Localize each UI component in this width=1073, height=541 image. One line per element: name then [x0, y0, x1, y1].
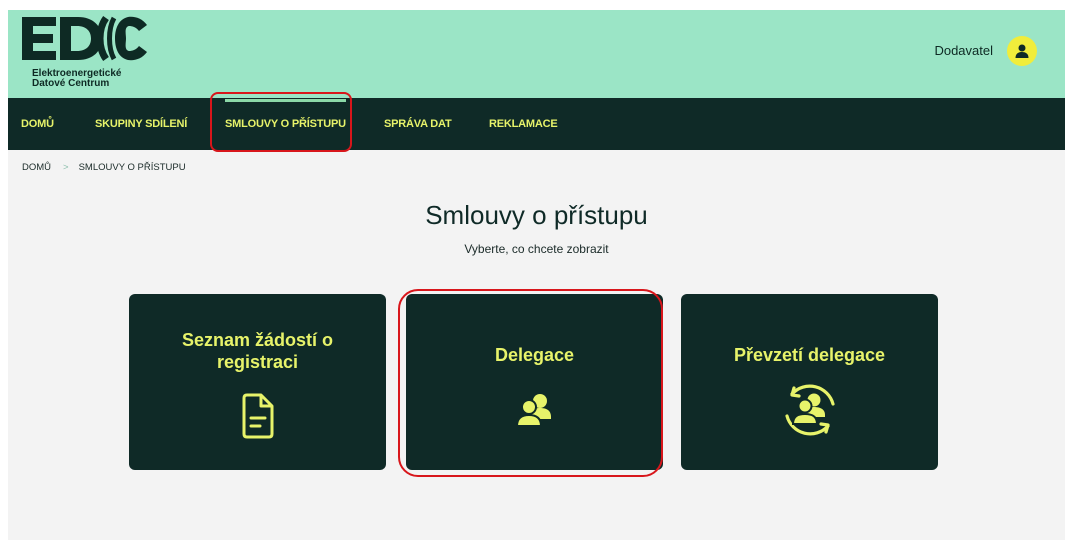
card-prevzeti-delegace[interactable]: Převzetí delegace: [681, 294, 938, 470]
breadcrumb: DOMŮ > SMLOUVY O PŘÍSTUPU: [22, 162, 186, 173]
logo-mark: [22, 15, 147, 62]
logo-subtitle-line2: Datové Centrum: [32, 78, 110, 89]
card-title: Převzetí delegace: [733, 345, 886, 365]
user-icon: [1015, 44, 1029, 58]
user-avatar-button[interactable]: [1007, 36, 1037, 66]
nav-highlight-annotation: [210, 92, 352, 152]
users-transfer-icon: [784, 384, 835, 436]
nav-item-sprava-dat[interactable]: SPRÁVA DAT: [384, 98, 452, 150]
header: Elektroenergetické Datové Centrum Dodava…: [8, 10, 1065, 98]
user-role-label[interactable]: Dodavatel: [934, 43, 993, 58]
main-nav: DOMŮ SKUPINY SDÍLENÍ SMLOUVY O PŘÍSTUPU …: [8, 98, 1065, 150]
chevron-right-icon: >: [63, 162, 69, 173]
card-seznam-zadosti[interactable]: Seznam žádostí o registraci: [129, 294, 386, 470]
card-icon-wrap: [129, 392, 386, 440]
breadcrumb-home[interactable]: DOMŮ: [22, 162, 51, 173]
page-subtitle: Vyberte, co chcete zobrazit: [464, 242, 609, 256]
nav-item-reklamace[interactable]: REKLAMACE: [489, 98, 558, 150]
document-icon: [242, 393, 273, 439]
card-title-line2: registraci: [216, 352, 299, 372]
breadcrumb-current: SMLOUVY O PŘÍSTUPU: [78, 162, 186, 173]
card-title: Seznam žádostí o registraci: [129, 329, 386, 373]
logo-subtitle: Elektroenergetické Datové Centrum: [32, 69, 122, 89]
nav-item-skupiny-sdileni[interactable]: SKUPINY SDÍLENÍ: [95, 98, 187, 150]
card-title-line1: Seznam žádostí o: [181, 330, 334, 350]
card-icon-wrap: [681, 382, 938, 438]
page-title: Smlouvy o přístupu: [425, 200, 648, 230]
nav-item-domu[interactable]: DOMŮ: [21, 98, 54, 150]
card-highlight-annotation: [398, 289, 663, 477]
app-frame: Elektroenergetické Datové Centrum Dodava…: [8, 10, 1065, 540]
edc-logo[interactable]: Elektroenergetické Datové Centrum: [20, 13, 160, 93]
